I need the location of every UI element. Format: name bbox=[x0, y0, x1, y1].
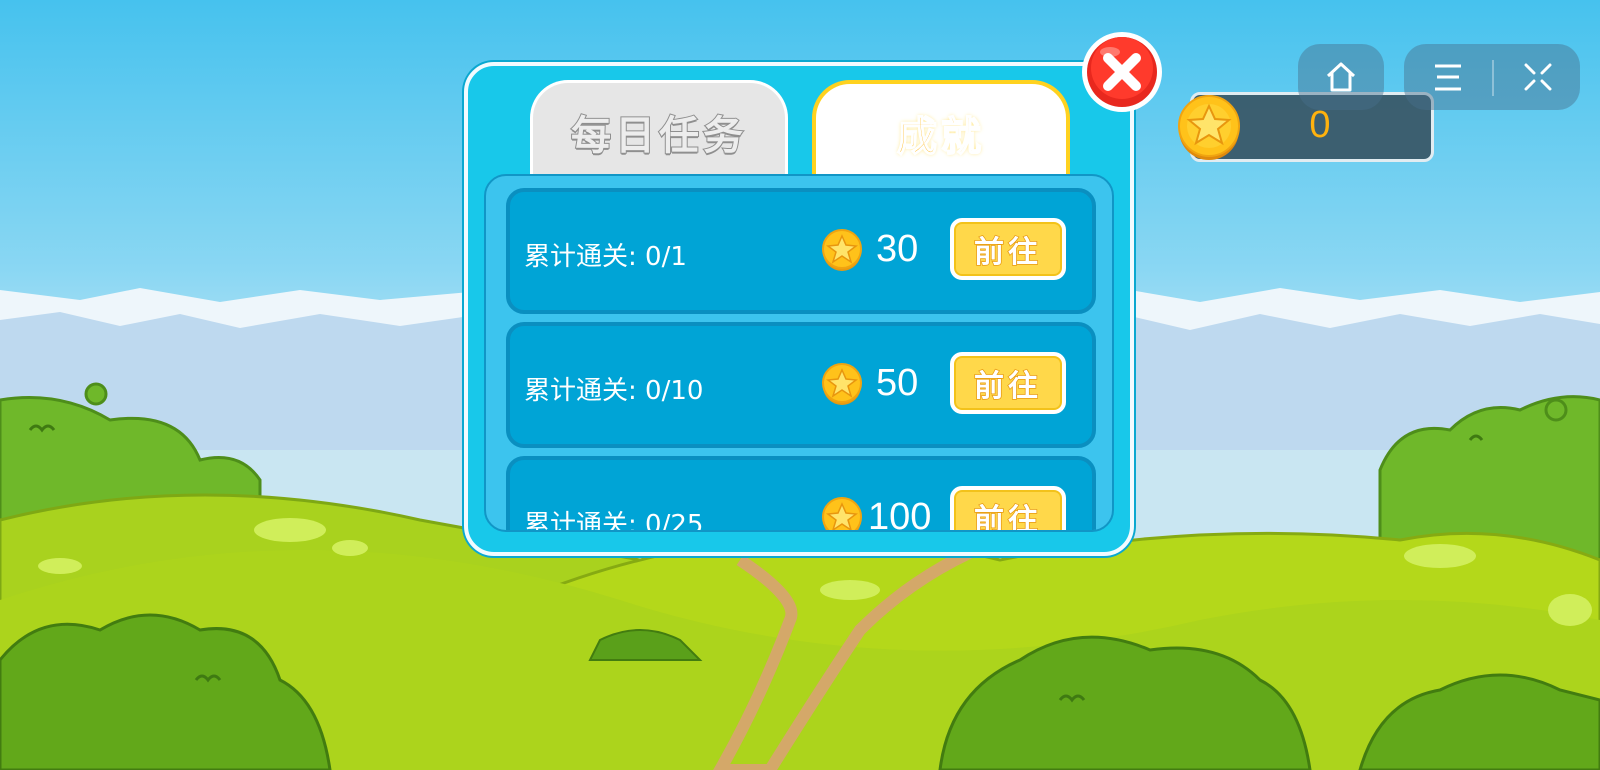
achievement-label: 累计通关: 0/25 bbox=[524, 510, 704, 532]
achievement-label: 累计通关: 0/1 bbox=[524, 242, 687, 272]
go-button[interactable]: 前往 bbox=[950, 352, 1066, 414]
achievement-row: 累计通关: 0/10 50 前往 bbox=[506, 322, 1096, 448]
reward-amount: 100 bbox=[868, 496, 932, 532]
achievement-row: 累计通关: 0/1 30 前往 bbox=[506, 188, 1096, 314]
coin-count: 0 bbox=[1309, 104, 1331, 146]
achievement-label: 累计通关: 0/10 bbox=[524, 376, 704, 406]
coin-icon bbox=[822, 363, 862, 405]
coin-icon bbox=[822, 229, 862, 271]
go-button[interactable]: 前往 bbox=[950, 218, 1066, 280]
home-icon[interactable] bbox=[1323, 59, 1359, 95]
divider bbox=[1492, 60, 1494, 96]
achievement-list[interactable]: 累计通关: 0/1 30 前往 累计通关: 0/10 50 前往 累计通关: 0… bbox=[484, 174, 1114, 532]
menu-icon[interactable] bbox=[1430, 59, 1466, 95]
fullscreen-icon[interactable] bbox=[1520, 59, 1556, 95]
coin-icon bbox=[822, 497, 862, 530]
coin-icon bbox=[1178, 95, 1240, 160]
go-button[interactable]: 前往 bbox=[950, 486, 1066, 530]
reward-amount: 30 bbox=[876, 228, 919, 270]
achievement-dialog: 每日任务 成就 累计通关: 0/1 30 前往 累计通关: 0/10 50 前往 bbox=[464, 62, 1134, 556]
close-icon[interactable] bbox=[1080, 30, 1164, 114]
reward-amount: 50 bbox=[876, 362, 919, 404]
achievement-row: 累计通关: 0/25 100 前往 bbox=[506, 456, 1096, 532]
